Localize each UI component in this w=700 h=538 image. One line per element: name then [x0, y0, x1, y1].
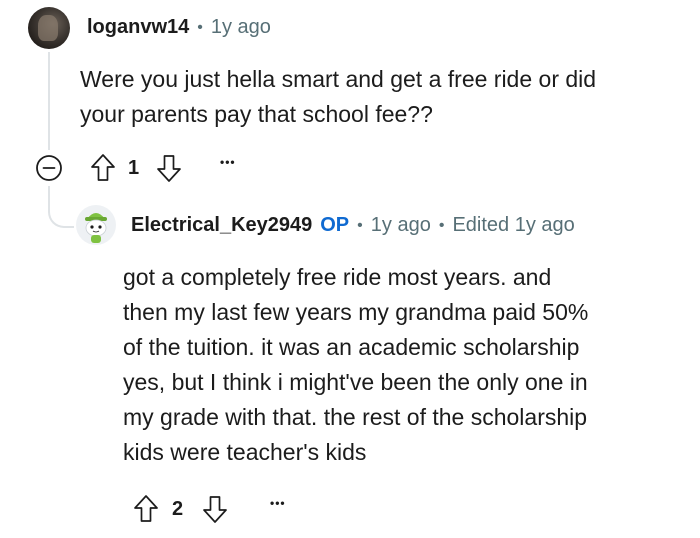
reply-line: then my last few years my grandma paid 5… [123, 299, 589, 325]
reply-line: of the tuition. it was an academic schol… [123, 334, 580, 360]
reply-line: kids were teacher's kids [123, 439, 367, 465]
ellipsis-icon: ••• [220, 155, 236, 169]
collapse-button[interactable] [35, 154, 63, 182]
reply-body: got a completely free ride most years. a… [123, 260, 683, 470]
arrow-down-outline-icon [157, 155, 181, 182]
reply-line: got a completely free ride most years. a… [123, 264, 552, 290]
username[interactable]: Electrical_Key2949 [131, 214, 312, 237]
timestamp[interactable]: 1y ago [211, 16, 271, 39]
more-options-button[interactable]: ••• [220, 155, 236, 169]
ellipsis-icon: ••• [270, 496, 286, 510]
downvote-button[interactable] [202, 494, 228, 524]
reply-connector [48, 186, 74, 228]
more-options-button[interactable]: ••• [270, 496, 286, 510]
reply-line: yes, but I think i might've been the onl… [123, 369, 588, 395]
separator: • [197, 18, 203, 36]
separator: • [357, 216, 363, 234]
reply-header: Electrical_Key2949 OP • 1y ago • Edited … [131, 214, 575, 237]
vote-count: 1 [128, 157, 140, 179]
timestamp[interactable]: 1y ago [371, 214, 431, 237]
edited-label: Edited 1y ago [452, 214, 575, 236]
arrow-down-outline-icon [203, 496, 227, 523]
arrow-up-outline-icon [91, 154, 115, 181]
reply-line: my grade with that. the rest of the scho… [123, 404, 588, 430]
avatar[interactable] [28, 7, 70, 49]
comment-body: Were you just hella smart and get a free… [80, 62, 680, 132]
upvote-button[interactable] [90, 153, 116, 183]
comment-line: Were you just hella smart and get a free… [80, 66, 597, 92]
comment-header: loganvw14 • 1y ago [87, 16, 271, 39]
comment-line: your parents pay that school fee?? [80, 101, 433, 127]
username[interactable]: loganvw14 [87, 16, 189, 39]
avatar[interactable] [76, 205, 116, 245]
downvote-button[interactable] [156, 153, 182, 183]
vote-count: 2 [172, 498, 184, 520]
op-badge: OP [320, 214, 350, 236]
separator: • [438, 216, 445, 234]
upvote-button[interactable] [133, 494, 159, 524]
thread-line [48, 52, 50, 150]
minus-circle-icon [36, 155, 62, 181]
arrow-up-outline-icon [134, 495, 158, 522]
